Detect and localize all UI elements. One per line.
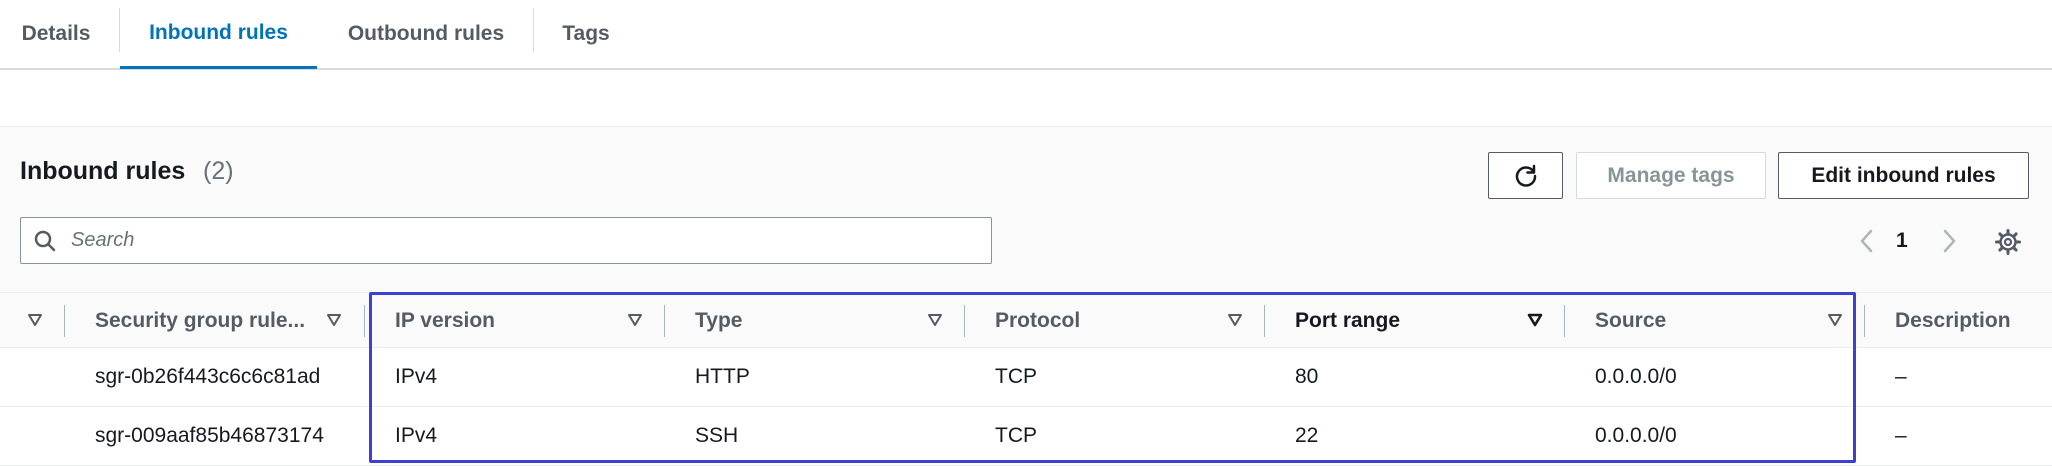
search-field[interactable]	[20, 217, 992, 264]
sort-icon[interactable]	[1827, 313, 1843, 327]
manage-tags-button[interactable]: Manage tags	[1576, 152, 1766, 199]
previous-page-icon[interactable]	[1855, 228, 1879, 254]
cell-type: HTTP	[695, 365, 750, 388]
column-divider	[964, 305, 965, 337]
tab-details[interactable]: Details	[0, 0, 112, 68]
page-number[interactable]: 1	[1896, 229, 1908, 253]
cell-protocol: TCP	[995, 424, 1037, 447]
search-icon	[34, 230, 56, 252]
tab-inbound-rules[interactable]: Inbound rules	[120, 0, 317, 69]
tab-bar: Details Inbound rules Outbound rules Tag…	[0, 0, 2052, 70]
table-row[interactable]: sgr-0b26f443c6c6c81ad IPv4 HTTP TCP 80 0…	[0, 348, 2052, 407]
edit-inbound-rules-button[interactable]: Edit inbound rules	[1778, 152, 2029, 199]
column-header-port-range[interactable]: Port range	[1295, 309, 1400, 333]
inbound-rules-panel	[0, 126, 2052, 292]
cell-protocol: TCP	[995, 365, 1037, 388]
settings-gear-icon[interactable]	[1994, 228, 2022, 256]
sort-icon[interactable]	[927, 313, 943, 327]
column-header-ip-version[interactable]: IP version	[395, 309, 495, 333]
cell-description: –	[1895, 365, 1907, 388]
panel-title: Inbound rules	[20, 157, 186, 185]
sort-icon[interactable]	[326, 313, 342, 327]
cell-port-range: 80	[1295, 365, 1319, 388]
cell-ip-version: IPv4	[395, 424, 438, 447]
sort-icon[interactable]	[1227, 313, 1243, 327]
search-input[interactable]	[69, 218, 979, 263]
refresh-icon	[1515, 164, 1536, 187]
column-divider	[64, 305, 65, 337]
cell-ip-version: IPv4	[395, 365, 438, 388]
column-divider	[664, 305, 665, 337]
column-divider	[364, 305, 365, 337]
cell-type: SSH	[695, 424, 739, 447]
cell-port-range: 22	[1295, 424, 1319, 447]
column-header-protocol[interactable]: Protocol	[995, 309, 1080, 333]
inbound-rules-table: Security group rule... IP version Type P…	[0, 292, 2052, 466]
rules-count: (2)	[203, 157, 234, 185]
column-header-description[interactable]: Description	[1895, 309, 2011, 333]
cell-rule-id: sgr-0b26f443c6c6c81ad	[95, 365, 321, 388]
column-header-security-group-rule[interactable]: Security group rule...	[95, 309, 305, 333]
cell-rule-id: sgr-009aaf85b46873174	[95, 424, 324, 447]
table-row[interactable]: sgr-009aaf85b46873174 IPv4 SSH TCP 22 0.…	[0, 407, 2052, 466]
tab-divider	[533, 8, 534, 52]
cell-source: 0.0.0.0/0	[1595, 365, 1677, 388]
column-header-source[interactable]: Source	[1595, 309, 1666, 333]
next-page-icon[interactable]	[1937, 228, 1961, 254]
refresh-button[interactable]	[1488, 152, 1563, 199]
tab-outbound-rules[interactable]: Outbound rules	[321, 0, 531, 68]
column-divider	[1864, 305, 1865, 337]
column-divider	[1264, 305, 1265, 337]
column-divider	[1564, 305, 1565, 337]
cell-description: –	[1895, 424, 1907, 447]
sort-icon[interactable]	[627, 313, 643, 327]
sort-descending-icon[interactable]	[1527, 313, 1543, 327]
table-header: Security group rule... IP version Type P…	[0, 292, 2052, 348]
cell-source: 0.0.0.0/0	[1595, 424, 1677, 447]
tab-tags[interactable]: Tags	[535, 0, 637, 68]
column-header-type[interactable]: Type	[695, 309, 742, 333]
filter-icon[interactable]	[27, 313, 43, 327]
